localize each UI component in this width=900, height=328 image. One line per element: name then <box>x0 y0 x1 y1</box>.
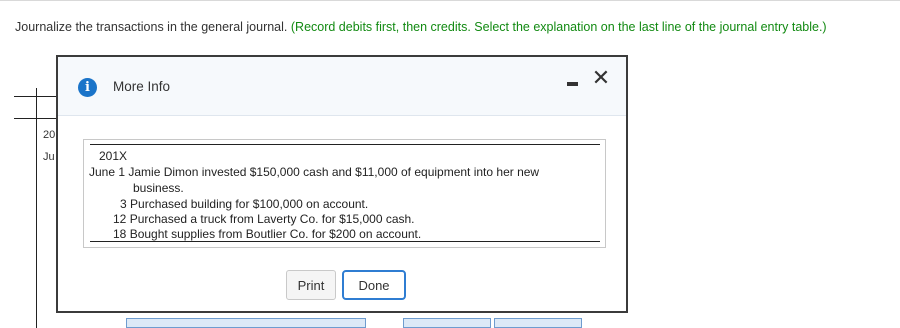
transaction-row: 12 Purchased a truck from Laverty Co. fo… <box>113 212 415 226</box>
done-button[interactable]: Done <box>342 270 406 300</box>
credit-input[interactable] <box>494 318 582 328</box>
top-rule <box>90 144 600 145</box>
table-line <box>14 118 56 119</box>
minimize-icon[interactable] <box>567 82 578 86</box>
transaction-text: Purchased a truck from Laverty Co. for $… <box>129 212 415 226</box>
transaction-text: Purchased building for $100,000 on accou… <box>130 197 369 211</box>
bottom-rule <box>90 241 600 242</box>
print-button[interactable]: Print <box>286 270 336 300</box>
transaction-row: 3 Purchased building for $100,000 on acc… <box>120 197 368 211</box>
transactions-box: 201X June 1 Jamie Dimon invested $150,00… <box>83 139 606 248</box>
instruction-main: Journalize the transactions in the gener… <box>15 20 288 34</box>
transaction-text: Bought supplies from Boutlier Co. for $2… <box>129 227 422 241</box>
more-info-dialog: i More Info ✕ 201X June 1 Jamie Dimon in… <box>56 55 628 313</box>
table-header-fragment: 20 <box>43 129 56 141</box>
transaction-date: June 1 <box>89 165 126 179</box>
transaction-row: June 1 Jamie Dimon invested $150,000 cas… <box>89 165 539 179</box>
transaction-date: 12 <box>113 212 127 226</box>
dialog-title: More Info <box>113 79 171 94</box>
transaction-text: Jamie Dimon invested $150,000 cash and $… <box>128 165 540 179</box>
top-divider <box>0 0 900 1</box>
account-input[interactable] <box>126 318 366 328</box>
debit-input[interactable] <box>403 318 491 328</box>
table-line <box>14 96 56 97</box>
table-header-fragment: Ju <box>43 151 55 163</box>
year-label: 201X <box>99 149 128 163</box>
info-icon: i <box>78 78 97 97</box>
close-icon[interactable]: ✕ <box>590 68 612 90</box>
instruction-hint: (Record debits first, then credits. Sele… <box>290 20 827 34</box>
table-line <box>36 88 37 328</box>
transaction-date: 18 <box>113 227 127 241</box>
transaction-continuation: business. <box>133 181 184 195</box>
transaction-row: 18 Bought supplies from Boutlier Co. for… <box>113 227 421 241</box>
transaction-date: 3 <box>120 197 127 211</box>
dialog-header: i More Info ✕ <box>58 57 626 116</box>
instruction-text: Journalize the transactions in the gener… <box>15 20 827 34</box>
